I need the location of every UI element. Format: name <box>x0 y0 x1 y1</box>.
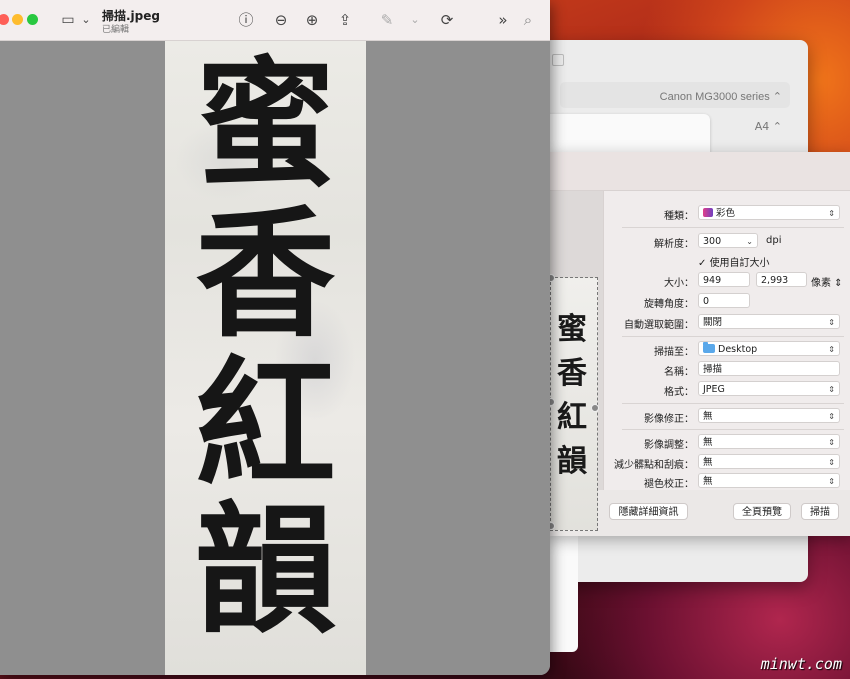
adjust-row: 影像調整： 無 ⇕ <box>604 434 850 452</box>
width-input[interactable]: 949 <box>698 272 750 287</box>
adjust-label: 影像調整： <box>644 440 694 451</box>
dust-select[interactable]: 無 ⇕ <box>698 454 840 469</box>
correction-row: 影像修正： 無 ⇕ <box>604 408 850 426</box>
name-label: 名稱： <box>664 367 694 378</box>
markup-icon[interactable]: ✎ <box>377 10 397 30</box>
sidebar-icon[interactable]: ▭ <box>58 10 78 30</box>
stepper-icon: ⇕ <box>828 412 835 421</box>
resolution-row: 解析度： 300 ⌄ dpi <box>604 233 850 251</box>
toolbar: ▭ ⌄ 掃描.jpeg 已編輯 ⓘ ⊖ ⊕ ⇪ ✎ ⌄ ⟳ » ⌕ <box>0 0 550 41</box>
scan-preview-pane: 蜜 香 紅 韻 <box>547 191 603 531</box>
chevron-down-icon[interactable]: ⌄ <box>76 10 96 30</box>
more-icon[interactable]: » <box>493 10 513 30</box>
scan-to-row: 掃描至： Desktop ⇕ <box>604 341 850 359</box>
zoom-in-icon[interactable]: ⊕ <box>302 10 322 30</box>
color-correct-select[interactable]: 無 ⇕ <box>698 473 840 488</box>
resolution-unit: dpi <box>766 235 782 246</box>
thumbnail-text: 蜜 香 紅 韻 <box>557 312 587 479</box>
image-canvas: 蜜 香 紅 韻 <box>0 41 550 675</box>
stepper-icon: ⇕ <box>828 209 835 218</box>
divider <box>622 403 844 404</box>
format-row: 格式： JPEG ⇕ <box>604 381 850 399</box>
folder-icon <box>703 342 715 353</box>
height-input[interactable]: 2,993 <box>756 272 807 287</box>
search-icon[interactable]: ⌕ <box>518 10 538 30</box>
rotate-icon[interactable]: ⟳ <box>437 10 457 30</box>
kind-row: 種類： 彩色 ⇕ <box>604 205 850 223</box>
dust-row: 減少髒點和刮痕： 無 ⇕ <box>604 454 850 472</box>
scan-settings: 種類： 彩色 ⇕ 解析度： 300 ⌄ dpi ✓ 使用自訂大小 大小： 949 2… <box>603 191 850 490</box>
auto-select-label: 自動選取範圍： <box>624 320 694 331</box>
scanned-image: 蜜 香 紅 韻 <box>165 41 366 675</box>
color-correct-label: 褪色校正： <box>644 479 694 490</box>
stepper-icon: ⇕ <box>828 345 835 354</box>
resolution-label: 解析度： <box>654 239 694 250</box>
close-button[interactable] <box>0 14 9 25</box>
correction-label: 影像修正： <box>644 414 694 425</box>
size-label: 大小： <box>664 278 694 289</box>
calligraphy-char: 蜜 <box>195 43 336 207</box>
stepper-icon: ⇕ <box>828 318 835 327</box>
minimize-button[interactable] <box>12 14 23 25</box>
color-correct-row: 褪色校正： 無 ⇕ <box>604 473 850 491</box>
dust-label: 減少髒點和刮痕： <box>614 460 694 471</box>
chevron-down-icon[interactable]: ⌄ <box>405 10 425 30</box>
resolution-select[interactable]: 300 ⌄ <box>698 233 758 248</box>
preview-window: ▭ ⌄ 掃描.jpeg 已編輯 ⓘ ⊖ ⊕ ⇪ ✎ ⌄ ⟳ » ⌕ 蜜 香 紅 … <box>0 0 550 675</box>
stepper-icon: ⇕ <box>828 385 835 394</box>
size-unit-select[interactable]: 像素 ⇕ <box>811 274 843 289</box>
printer-name: Canon MG3000 series ⌃ <box>659 91 782 103</box>
panel-header <box>548 152 850 191</box>
calligraphy-char: 紅 <box>195 343 336 507</box>
divider <box>622 227 844 228</box>
scan-to-label: 掃描至： <box>654 347 694 358</box>
calligraphy-char: 香 <box>195 193 336 357</box>
rotation-input[interactable]: 0 <box>698 293 750 308</box>
scanner-panel: 蜜 香 紅 韻 種類： 彩色 ⇕ 解析度： 300 ⌄ dpi ✓ 使用自訂大小 大… <box>547 152 850 536</box>
hide-details-button[interactable]: 隱藏詳細資訊 <box>609 503 688 520</box>
calligraphy-char: 韻 <box>195 489 336 653</box>
stepper-icon: ⇕ <box>828 458 835 467</box>
info-icon[interactable]: ⓘ <box>236 10 256 30</box>
stepper-icon: ⇕ <box>828 477 835 486</box>
chevron-down-icon: ⌄ <box>746 237 753 246</box>
overview-button[interactable]: 全頁預覽 <box>733 503 791 520</box>
rotation-row: 旋轉角度： 0 <box>604 293 850 311</box>
correction-select[interactable]: 無 ⇕ <box>698 408 840 423</box>
watermark: minwt.com <box>760 655 842 673</box>
window-icon <box>552 54 564 66</box>
format-label: 格式： <box>664 387 694 398</box>
kind-label: 種類： <box>664 211 694 222</box>
kind-select[interactable]: 彩色 ⇕ <box>698 205 840 220</box>
custom-size-row: ✓ 使用自訂大小 <box>604 252 850 270</box>
size-row: 大小： 949 2,993 像素 ⇕ <box>604 272 850 290</box>
name-row: 名稱： 掃描 <box>604 361 850 379</box>
divider <box>622 429 844 430</box>
zoom-out-icon[interactable]: ⊖ <box>271 10 291 30</box>
divider <box>622 336 844 337</box>
stepper-icon: ⇕ <box>828 438 835 447</box>
rotation-label: 旋轉角度： <box>644 299 694 310</box>
paper-size[interactable]: A4 ⌃ <box>755 120 782 133</box>
share-icon[interactable]: ⇪ <box>335 10 355 30</box>
name-input[interactable]: 掃描 <box>698 361 840 376</box>
color-icon <box>703 208 713 217</box>
format-select[interactable]: JPEG ⇕ <box>698 381 840 396</box>
adjust-select[interactable]: 無 ⇕ <box>698 434 840 449</box>
document-subtitle: 已編輯 <box>102 25 130 35</box>
scan-to-select[interactable]: Desktop ⇕ <box>698 341 840 356</box>
scan-thumbnail[interactable]: 蜜 香 紅 韻 <box>547 274 599 531</box>
auto-select-select[interactable]: 關閉 ⇕ <box>698 314 840 329</box>
crop-handle[interactable] <box>591 404 599 412</box>
custom-size-checkbox[interactable]: ✓ 使用自訂大小 <box>698 254 770 269</box>
zoom-button[interactable] <box>27 14 38 25</box>
auto-select-row: 自動選取範圍： 關閉 ⇕ <box>604 314 850 332</box>
scan-button[interactable]: 掃描 <box>801 503 839 520</box>
